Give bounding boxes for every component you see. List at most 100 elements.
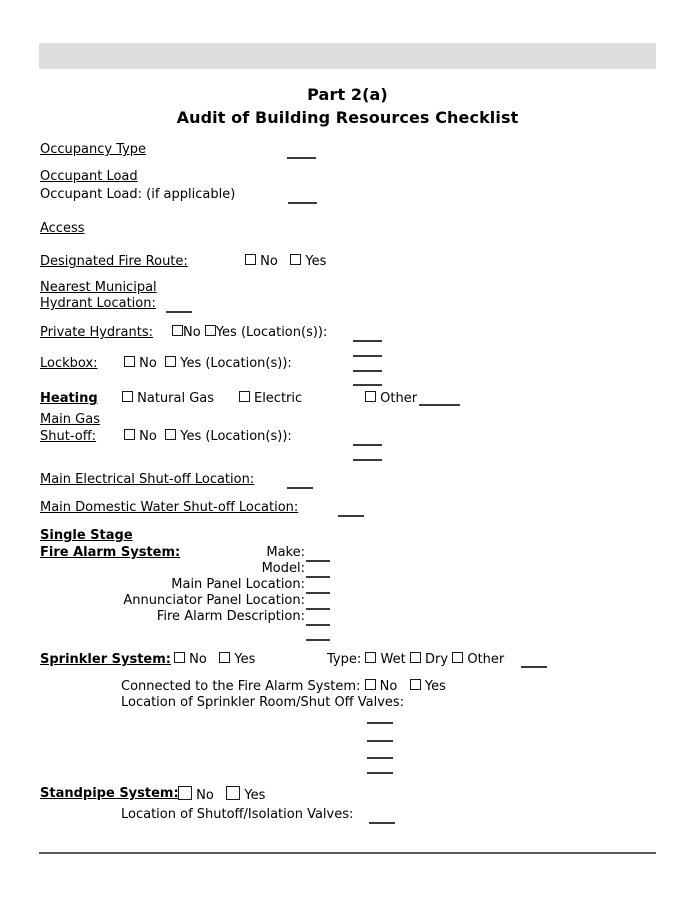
page-title: Part 2(a) Audit of Building Resources Ch… — [39, 84, 656, 129]
checkbox-main-gas-yes[interactable] — [165, 429, 177, 440]
checkbox-lockbox-no[interactable] — [124, 356, 135, 367]
label-nearest-municipal: Nearest Municipal — [40, 280, 157, 295]
label-type: Type: — [327, 652, 362, 667]
option-label-no: No — [189, 652, 207, 667]
fill-line-heating-other[interactable] — [419, 404, 460, 406]
label-main-gas: Main Gas — [40, 412, 100, 427]
fill-line-fa-make[interactable] — [306, 560, 330, 562]
option-label-no: No — [139, 356, 157, 371]
fill-line-fa-model[interactable] — [306, 576, 330, 578]
label-main-electrical-shutoff: Main Electrical Shut-off Location: — [40, 472, 255, 487]
label-occupancy-type: Occupancy Type — [40, 142, 147, 157]
label-fa-annunciator-panel-location: Annunciator Panel Location: — [123, 593, 305, 608]
option-label-no: No — [139, 429, 157, 444]
label-location-shutoff-valves: Location of Shutoff/Isolation Valves: — [121, 807, 354, 822]
fill-line-shutoff-valves[interactable] — [369, 822, 395, 824]
title-main: Audit of Building Resources Checklist — [176, 108, 519, 127]
sprinkler-type-options: Type: Wet Dry Other — [327, 652, 504, 668]
option-label-natural-gas: Natural Gas — [137, 391, 215, 406]
fill-line-sprinkler-location-4[interactable] — [367, 772, 393, 774]
checkbox-lockbox-yes[interactable] — [165, 356, 177, 367]
checkbox-main-gas-no[interactable] — [124, 429, 135, 440]
checkbox-sprinkler-type-dry[interactable] — [409, 652, 421, 663]
header-band — [39, 43, 656, 69]
checkbox-sprinkler-yes[interactable] — [219, 652, 231, 663]
option-label-yes: Yes — [424, 679, 446, 694]
label-sprinkler-system: Sprinkler System: — [40, 652, 171, 667]
heading-heating: Heating — [40, 391, 98, 406]
heading-access: Access — [40, 221, 85, 236]
private-hydrants-options: No Yes (Location(s)): — [172, 325, 327, 341]
label-main-domestic-water-shutoff: Main Domestic Water Shut-off Location: — [40, 500, 299, 515]
fill-line-occupancy-type[interactable] — [287, 157, 316, 159]
fill-line-main-domestic-water[interactable] — [338, 515, 364, 517]
lockbox-options: No Yes (Location(s)): — [124, 356, 292, 372]
label-shut-off: Shut-off: — [40, 429, 97, 444]
fill-line-fa-description-2[interactable] — [306, 639, 330, 641]
sprinkler-connected-row: Connected to the Fire Alarm System: No Y… — [121, 679, 446, 695]
label-private-hydrants: Private Hydrants: — [40, 325, 153, 340]
checkbox-sprinkler-type-other[interactable] — [452, 652, 464, 663]
fill-line-private-hydrants-2[interactable] — [353, 355, 382, 357]
option-label-yes: Yes — [305, 254, 327, 269]
option-label-yes: Yes — [244, 788, 266, 803]
sprinkler-system-options: No Yes — [174, 652, 255, 668]
footer-divider — [39, 852, 656, 854]
label-fa-model: Model: — [261, 561, 305, 576]
label-single-stage: Single Stage — [40, 528, 133, 543]
fill-line-occupant-load[interactable] — [288, 202, 317, 204]
label-lockbox: Lockbox: — [40, 356, 98, 371]
fill-line-sprinkler-location-2[interactable] — [367, 740, 393, 742]
option-label-other: Other — [467, 652, 505, 667]
checkbox-private-hydrants-yes[interactable] — [204, 325, 216, 336]
option-label-yes-locations: Yes (Location(s)): — [215, 325, 328, 340]
checkbox-heating-natural-gas[interactable] — [122, 391, 133, 402]
option-label-no: No — [260, 254, 278, 269]
checkbox-heating-electric[interactable] — [238, 391, 250, 402]
fill-line-lockbox-1[interactable] — [353, 370, 382, 372]
fill-line-sprinkler-location-1[interactable] — [367, 722, 393, 724]
option-label-no: No — [379, 679, 398, 694]
checkbox-connected-fas-yes[interactable] — [409, 679, 421, 690]
checkbox-standpipe-no[interactable] — [178, 786, 192, 800]
heating-options: Natural Gas Electric — [122, 391, 302, 407]
checkbox-connected-fas-no[interactable] — [364, 679, 376, 690]
fill-line-main-gas-1[interactable] — [353, 444, 382, 446]
checkbox-sprinkler-no[interactable] — [174, 652, 185, 663]
standpipe-system-options: No Yes — [178, 786, 265, 804]
fill-line-main-electrical[interactable] — [287, 487, 313, 489]
checkbox-heating-other[interactable] — [365, 391, 376, 402]
option-label-other: Other — [380, 391, 418, 406]
option-label-yes-locations: Yes (Location(s)): — [180, 429, 292, 444]
option-label-yes-locations: Yes (Location(s)): — [180, 356, 292, 371]
option-label-yes: Yes — [234, 652, 256, 667]
fill-line-fa-main-panel-location[interactable] — [306, 592, 330, 594]
fill-line-sprinkler-type-other[interactable] — [521, 666, 547, 668]
heating-other-option: Other — [365, 391, 417, 407]
option-label-dry: Dry — [425, 652, 449, 667]
checkbox-sprinkler-type-wet[interactable] — [365, 652, 377, 663]
fill-line-lockbox-2[interactable] — [353, 384, 382, 386]
fill-line-fa-description-1[interactable] — [306, 624, 330, 626]
label-fa-main-panel-location: Main Panel Location: — [171, 577, 305, 592]
checkbox-private-hydrants-no[interactable] — [172, 325, 183, 336]
designated-fire-route-options: No Yes — [245, 254, 326, 270]
fill-line-private-hydrants-1[interactable] — [353, 340, 382, 342]
fill-line-main-gas-2[interactable] — [353, 459, 382, 461]
label-designated-fire-route: Designated Fire Route: — [40, 254, 188, 269]
fill-line-hydrant-location[interactable] — [166, 311, 192, 313]
document-page: Part 2(a) Audit of Building Resources Ch… — [0, 0, 695, 900]
option-label-no: No — [196, 788, 214, 803]
checkbox-fire-route-no[interactable] — [245, 254, 256, 265]
label-occupant-load-sub: Occupant Load: (if applicable) — [40, 187, 236, 202]
label-location-sprinkler-room: Location of Sprinkler Room/Shut Off Valv… — [121, 695, 405, 710]
checkbox-standpipe-yes[interactable] — [226, 786, 241, 800]
option-label-electric: Electric — [253, 391, 303, 406]
label-fa-description: Fire Alarm Description: — [156, 609, 305, 624]
fill-line-sprinkler-location-3[interactable] — [367, 757, 393, 759]
main-gas-options: No Yes (Location(s)): — [124, 429, 292, 445]
label-occupant-load: Occupant Load — [40, 169, 138, 184]
checkbox-fire-route-yes[interactable] — [290, 254, 302, 265]
label-connected-to-fas: Connected to the Fire Alarm System: — [121, 679, 361, 694]
fill-line-fa-annunciator-panel-location[interactable] — [306, 608, 330, 610]
